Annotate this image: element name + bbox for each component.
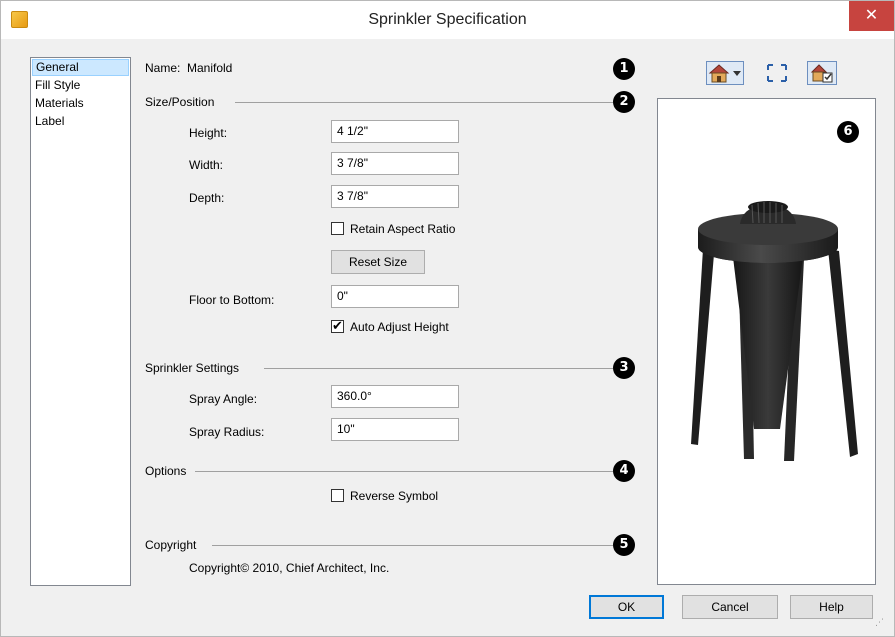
- house-view-icon: [706, 61, 744, 85]
- view-options-button[interactable]: [807, 61, 837, 85]
- window-title: Sprinkler Specification: [368, 11, 527, 28]
- reverse-symbol-box[interactable]: [331, 489, 344, 502]
- height-field[interactable]: 4 1/2": [331, 120, 459, 143]
- title-bar: Sprinkler Specification ✕: [1, 1, 894, 39]
- name-value: Manifold: [187, 61, 233, 75]
- panel-item-general[interactable]: General: [32, 59, 129, 76]
- view-options-icon: [807, 61, 837, 85]
- auto-adjust-height-label: Auto Adjust Height: [350, 320, 449, 334]
- width-field[interactable]: 3 7/8": [331, 152, 459, 175]
- callout-4: 4: [613, 460, 635, 482]
- copyright-title: Copyright: [145, 538, 197, 552]
- copyright-divider: [212, 545, 613, 546]
- depth-label: Depth:: [189, 191, 225, 205]
- reverse-symbol-label: Reverse Symbol: [350, 489, 439, 503]
- reverse-symbol-checkbox[interactable]: Reverse Symbol: [331, 489, 438, 505]
- name-label: Name:: [145, 61, 181, 75]
- depth-field[interactable]: 3 7/8": [331, 185, 459, 208]
- auto-adjust-height-box[interactable]: ✔: [331, 318, 344, 333]
- close-button[interactable]: ✕: [849, 1, 894, 31]
- floor-to-bottom-label: Floor to Bottom:: [189, 293, 275, 307]
- spray-radius-field[interactable]: 10": [331, 418, 459, 441]
- sprinkler-settings-divider: [264, 368, 613, 369]
- ok-button[interactable]: OK: [589, 595, 664, 619]
- height-label: Height:: [189, 126, 228, 140]
- auto-adjust-height-checkbox[interactable]: ✔ Auto Adjust Height: [331, 318, 449, 336]
- reset-size-button[interactable]: Reset Size: [331, 250, 425, 274]
- resize-grip-icon[interactable]: ⋰: [875, 617, 884, 628]
- dialog-body: General Fill Style Materials Label Name:…: [9, 39, 886, 629]
- retain-aspect-box[interactable]: [331, 222, 344, 235]
- panel-list: General Fill Style Materials Label: [30, 57, 131, 586]
- size-position-divider: [235, 102, 613, 103]
- panel-item-fill-style[interactable]: Fill Style: [32, 77, 129, 94]
- checkmark-icon: ✔: [332, 318, 343, 333]
- callout-3: 3: [613, 357, 635, 379]
- house-view-button[interactable]: [706, 61, 744, 85]
- options-divider: [195, 471, 613, 472]
- width-label: Width:: [189, 158, 224, 172]
- callout-2: 2: [613, 91, 635, 113]
- cancel-button[interactable]: Cancel: [682, 595, 778, 619]
- close-icon: ✕: [864, 7, 879, 24]
- panel-item-label[interactable]: Label: [32, 113, 129, 130]
- sprinkler-settings-title: Sprinkler Settings: [145, 361, 240, 375]
- fill-window-button[interactable]: [764, 61, 790, 85]
- callout-5: 5: [613, 534, 635, 556]
- spray-angle-field[interactable]: 360.0°: [331, 385, 459, 408]
- panel-item-materials[interactable]: Materials: [32, 95, 129, 112]
- options-title: Options: [145, 464, 187, 478]
- spray-angle-label: Spray Angle:: [189, 392, 258, 406]
- help-button[interactable]: Help: [790, 595, 873, 619]
- retain-aspect-label: Retain Aspect Ratio: [350, 222, 456, 236]
- floor-to-bottom-field[interactable]: 0": [331, 285, 459, 308]
- fill-window-icon: [767, 64, 787, 82]
- sprinkler-3d-preview: [691, 201, 858, 461]
- dialog-window: Sprinkler Specification ✕ General Fill S…: [0, 0, 895, 637]
- copyright-text: Copyright© 2010, Chief Architect, Inc.: [189, 561, 390, 575]
- spray-radius-label: Spray Radius:: [189, 425, 265, 439]
- callout-1: 1: [613, 58, 635, 80]
- preview-pane[interactable]: 6: [657, 98, 876, 585]
- retain-aspect-checkbox[interactable]: Retain Aspect Ratio: [331, 222, 455, 238]
- size-position-title: Size/Position: [145, 95, 215, 109]
